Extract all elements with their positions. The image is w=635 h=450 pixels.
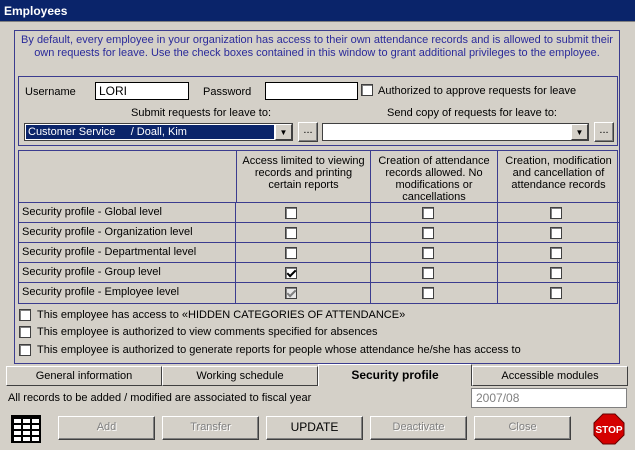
grid-header-modify: Creation, modification and cancellation … bbox=[498, 151, 619, 203]
send-copy-select[interactable]: ▼ bbox=[322, 123, 589, 141]
browse-copy-button[interactable]: ... bbox=[594, 122, 614, 142]
grid-header-blank bbox=[19, 151, 237, 203]
employee-view-checkbox bbox=[285, 287, 297, 299]
grid-row-organization: Security profile - Organization level bbox=[19, 223, 619, 243]
update-button[interactable]: UPDATE bbox=[266, 416, 363, 440]
employee-modify-checkbox[interactable] bbox=[550, 287, 562, 299]
grid-row-label: Security profile - Global level bbox=[19, 203, 236, 223]
generate-reports-checkbox[interactable] bbox=[19, 344, 31, 356]
security-profile-panel: By default, every employee in your organ… bbox=[14, 30, 620, 364]
deactivate-button[interactable]: Deactivate bbox=[370, 416, 467, 440]
tab-working-schedule[interactable]: Working schedule bbox=[162, 366, 318, 386]
view-comments-label: This employee is authorized to view comm… bbox=[37, 326, 378, 338]
global-view-checkbox[interactable] bbox=[285, 207, 297, 219]
window-title: Employees bbox=[0, 0, 635, 22]
submit-requests-select[interactable]: Customer Service / Doall, Kim ▼ bbox=[24, 123, 293, 141]
departmental-view-checkbox[interactable] bbox=[285, 247, 297, 259]
organization-create-checkbox[interactable] bbox=[422, 227, 434, 239]
grid-header-create: Creation of attendance records allowed. … bbox=[371, 151, 498, 203]
tab-bar: General information Working schedule Sec… bbox=[6, 364, 628, 386]
username-label: Username bbox=[25, 86, 76, 98]
password-field[interactable] bbox=[265, 82, 358, 100]
tab-accessible-modules[interactable]: Accessible modules bbox=[472, 366, 628, 386]
send-copy-label: Send copy of requests for leave to: bbox=[387, 107, 557, 119]
add-button[interactable]: Add bbox=[58, 416, 155, 440]
hidden-categories-checkbox[interactable] bbox=[19, 309, 31, 321]
dropdown-arrow-icon[interactable]: ▼ bbox=[571, 124, 588, 140]
credentials-box: Username LORI Password Authorized to app… bbox=[18, 76, 618, 146]
username-field[interactable]: LORI bbox=[95, 82, 189, 100]
password-label: Password bbox=[203, 86, 252, 98]
employee-create-checkbox[interactable] bbox=[422, 287, 434, 299]
approve-requests-label: Authorized to approve requests for leave bbox=[378, 85, 577, 97]
transfer-button[interactable]: Transfer bbox=[162, 416, 259, 440]
tab-security-profile[interactable]: Security profile bbox=[318, 364, 472, 386]
grid-row-group: Security profile - Group level bbox=[19, 263, 619, 283]
hidden-categories-label: This employee has access to «HIDDEN CATE… bbox=[37, 309, 406, 321]
approve-requests-checkbox[interactable] bbox=[361, 84, 373, 96]
grid-header-view: Access limited to viewing records and pr… bbox=[237, 151, 371, 203]
grid-icon[interactable] bbox=[9, 413, 43, 445]
departmental-modify-checkbox[interactable] bbox=[550, 247, 562, 259]
close-button[interactable]: Close bbox=[474, 416, 571, 440]
browse-submit-button[interactable]: ... bbox=[298, 122, 318, 142]
send-copy-value bbox=[324, 125, 570, 139]
grid-row-departmental: Security profile - Departmental level bbox=[19, 243, 619, 263]
grid-row-label: Security profile - Employee level bbox=[19, 283, 236, 303]
global-modify-checkbox[interactable] bbox=[550, 207, 562, 219]
group-view-checkbox[interactable] bbox=[285, 267, 297, 279]
stop-icon[interactable]: STOP bbox=[592, 413, 626, 445]
grid-row-label: Security profile - Organization level bbox=[19, 223, 236, 243]
security-grid: Access limited to viewing records and pr… bbox=[18, 150, 619, 304]
fiscal-year-label: All records to be added / modified are a… bbox=[8, 392, 312, 404]
tab-general-information[interactable]: General information bbox=[6, 366, 162, 386]
submit-requests-label: Submit requests for leave to: bbox=[131, 107, 272, 119]
group-modify-checkbox[interactable] bbox=[550, 267, 562, 279]
intro-text: By default, every employee in your organ… bbox=[21, 34, 613, 59]
submit-requests-value: Customer Service / Doall, Kim bbox=[26, 125, 274, 139]
group-create-checkbox[interactable] bbox=[422, 267, 434, 279]
svg-text:STOP: STOP bbox=[595, 425, 622, 436]
global-create-checkbox[interactable] bbox=[422, 207, 434, 219]
organization-modify-checkbox[interactable] bbox=[550, 227, 562, 239]
grid-row-label: Security profile - Departmental level bbox=[19, 243, 236, 263]
organization-view-checkbox[interactable] bbox=[285, 227, 297, 239]
dropdown-arrow-icon[interactable]: ▼ bbox=[275, 124, 292, 140]
grid-row-global: Security profile - Global level bbox=[19, 203, 619, 223]
fiscal-year-field: 2007/08 bbox=[471, 388, 627, 408]
generate-reports-label: This employee is authorized to generate … bbox=[37, 344, 521, 356]
view-comments-checkbox[interactable] bbox=[19, 326, 31, 338]
grid-row-employee: Security profile - Employee level bbox=[19, 283, 619, 303]
departmental-create-checkbox[interactable] bbox=[422, 247, 434, 259]
grid-row-label: Security profile - Group level bbox=[19, 263, 236, 283]
